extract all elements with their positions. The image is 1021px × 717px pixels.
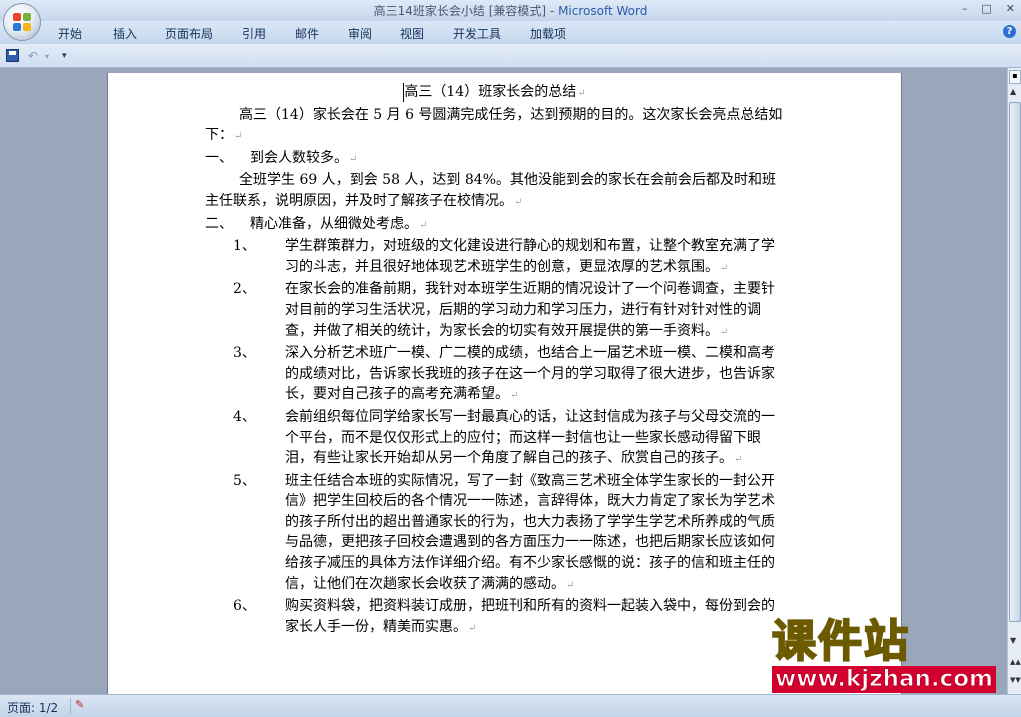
document-title: 高三（14）班家长会的总结↵: [403, 83, 586, 102]
watermark-text: 课件站: [771, 615, 910, 668]
list-item: 3、 深入分析艺术班广一模、广二模的成绩，也结合上一届艺术班一模、二模和高考的成绩…: [233, 345, 775, 403]
tab-insert[interactable]: 插入: [113, 25, 137, 42]
tab-add-ins[interactable]: 加载项: [530, 25, 566, 42]
page-count[interactable]: 页面: 1/2: [7, 699, 58, 716]
intro-paragraph: 高三（14）家长会在 5 月 6 号圆满完成任务，达到预期的目的。这次家长会亮点…: [205, 106, 783, 144]
document-body[interactable]: 高三（14）班家长会的总结↵ 高三（14）家长会在 5 月 6 号圆满完成任务，…: [205, 82, 785, 639]
list-item: 1、 学生群策群力，对班级的文化建设进行静心的规划和布置，让整个教室充满了学习的斗…: [233, 238, 775, 275]
section-heading: 二、 精心准备，从细微处考虑。↵: [205, 215, 428, 232]
help-icon[interactable]: ?: [1003, 25, 1016, 38]
window-title-doc: 高三14班家长会小结 [兼容模式] -: [373, 4, 559, 18]
text-cursor: [403, 83, 404, 102]
undo-icon[interactable]: ↶: [28, 49, 38, 63]
document-page[interactable]: 高三（14）班家长会的总结↵ 高三（14）家长会在 5 月 6 号圆满完成任务，…: [107, 73, 902, 694]
office-button[interactable]: [3, 3, 41, 41]
section-paragraph: 全班学生 69 人，到会 58 人，达到 84%。其他没能到会的家长在会前会后都…: [205, 172, 776, 209]
title-bar: 高三14班家长会小结 [兼容模式] - Microsoft Word – □ ✕: [0, 0, 1021, 21]
quick-access-toolbar: ↶ ▾ ▾: [0, 44, 1021, 68]
ribbon-tabs: 开始 插入 页面布局 引用 邮件 审阅 视图 开发工具 加载项 ?: [0, 21, 1021, 44]
list-item: 2、 在家长会的准备前期，我针对本班学生近期的情况设计了一个问卷调查，主要针对目前…: [233, 281, 775, 339]
list-item: 4、 会前组织每位同学给家长写一封最真心的话，让这封信成为孩子与父母交流的一个平台…: [233, 408, 775, 467]
document-workspace: 高三（14）班家长会的总结↵ 高三（14）家长会在 5 月 6 号圆满完成任务，…: [0, 68, 1007, 694]
tab-mailings[interactable]: 邮件: [295, 25, 319, 42]
minimize-button[interactable]: –: [962, 2, 968, 15]
ruler-toggle-icon[interactable]: ▪: [1009, 70, 1021, 84]
list-item: 5、 班主任结合本班的实际情况，写了一封《致高三艺术班全体学生家长的一封公开信》把…: [233, 472, 775, 592]
office-logo-icon: [13, 13, 32, 32]
customize-toolbar-icon[interactable]: ▾: [62, 51, 67, 61]
proofing-icon[interactable]: ✎: [70, 698, 92, 714]
tab-page-layout[interactable]: 页面布局: [165, 25, 213, 42]
restore-button[interactable]: □: [981, 2, 991, 15]
scroll-thumb[interactable]: [1009, 102, 1021, 622]
watermark-logo: 课件站 www.kjzhan.com: [771, 615, 1018, 694]
tab-references[interactable]: 引用: [242, 25, 266, 42]
vertical-scrollbar[interactable]: ▪ ▲ ▼ ▲▲ ▼▼: [1007, 68, 1021, 694]
scroll-up-icon[interactable]: ▲: [1010, 87, 1016, 96]
tab-developer[interactable]: 开发工具: [453, 25, 501, 42]
section-heading: 一、 到会人数较多。↵: [205, 149, 358, 166]
window-controls: – □ ✕: [962, 2, 1015, 15]
tab-review[interactable]: 审阅: [348, 25, 372, 42]
status-bar: 页面: 1/2 ✎: [0, 694, 1021, 717]
close-button[interactable]: ✕: [1006, 2, 1015, 15]
list-item: 6、 购买资料袋，把资料装订成册，把班刊和所有的资料一起装入袋中，每份到会的家长人…: [233, 598, 775, 635]
window-title: 高三14班家长会小结 [兼容模式] - Microsoft Word: [0, 2, 1021, 19]
undo-dropdown-icon[interactable]: ▾: [45, 52, 49, 61]
watermark-url: www.kjzhan.com: [772, 666, 996, 693]
window-title-app: Microsoft Word: [558, 4, 648, 18]
tab-view[interactable]: 视图: [400, 25, 424, 42]
save-icon[interactable]: [6, 49, 19, 62]
tab-home[interactable]: 开始: [58, 25, 82, 42]
